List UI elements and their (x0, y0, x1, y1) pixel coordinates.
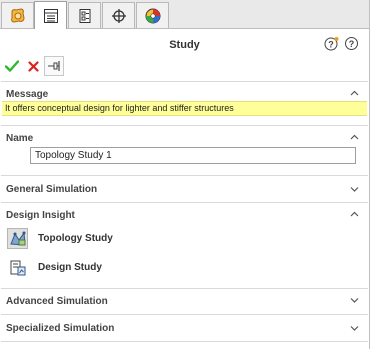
dimxpert-icon (111, 8, 126, 23)
cancel-button[interactable] (25, 56, 41, 76)
specialized-simulation-section-header[interactable]: Specialized Simulation (0, 315, 369, 341)
configuration-manager-icon (79, 8, 90, 23)
property-manager-icon (43, 8, 58, 23)
specialized-simulation-label: Specialized Simulation (6, 322, 115, 334)
message-section-header[interactable]: Message (0, 82, 369, 106)
svg-text:?: ? (328, 40, 334, 50)
chevron-up-icon (350, 90, 359, 96)
tab-display-manager[interactable] (136, 2, 169, 28)
check-icon (5, 60, 19, 72)
design-study-option[interactable]: Design Study (0, 254, 369, 281)
topology-study-option[interactable]: Topology Study (0, 225, 369, 252)
divider (1, 341, 368, 342)
name-section-header[interactable]: Name (0, 126, 369, 150)
ok-button[interactable] (4, 56, 20, 76)
close-icon (27, 60, 39, 72)
design-insight-section-header[interactable]: Design Insight (0, 203, 369, 228)
pushpin-icon (48, 61, 60, 71)
action-buttons (0, 53, 369, 81)
general-simulation-label: General Simulation (6, 183, 98, 195)
panel-title: Study (169, 39, 200, 51)
chevron-down-icon (350, 326, 359, 331)
general-simulation-section-header[interactable]: General Simulation (0, 176, 369, 202)
design-study-icon (7, 257, 28, 278)
advanced-simulation-section-header[interactable]: Advanced Simulation (0, 289, 369, 314)
display-manager-icon (145, 8, 160, 23)
help-icons: ? ? (324, 36, 359, 51)
feature-manager-icon (10, 7, 25, 23)
design-study-label: Design Study (38, 262, 102, 273)
name-section-label: Name (6, 132, 34, 144)
topology-study-icon (7, 228, 28, 249)
study-property-manager: Study ? ? Message It offers conceptual d… (0, 0, 370, 349)
advanced-simulation-label: Advanced Simulation (6, 296, 108, 307)
chevron-up-icon (350, 134, 359, 140)
svg-text:?: ? (349, 39, 355, 49)
chevron-up-icon (350, 211, 359, 217)
whats-wrong-help-icon[interactable]: ? (324, 36, 339, 51)
message-section-label: Message (6, 88, 49, 100)
tab-dimxpert-manager[interactable] (102, 2, 135, 28)
tab-feature-manager[interactable] (1, 2, 34, 28)
chevron-down-icon (350, 298, 359, 303)
tab-property-manager[interactable] (34, 1, 67, 29)
topology-study-label: Topology Study (38, 233, 113, 244)
panel-header: Study ? ? (0, 29, 369, 53)
help-icon[interactable]: ? (344, 36, 359, 51)
manager-tab-strip (0, 0, 369, 29)
design-insight-label: Design Insight (6, 210, 75, 221)
chevron-down-icon (350, 187, 359, 192)
keep-visible-button[interactable] (44, 56, 64, 76)
tab-configuration-manager[interactable] (68, 2, 101, 28)
